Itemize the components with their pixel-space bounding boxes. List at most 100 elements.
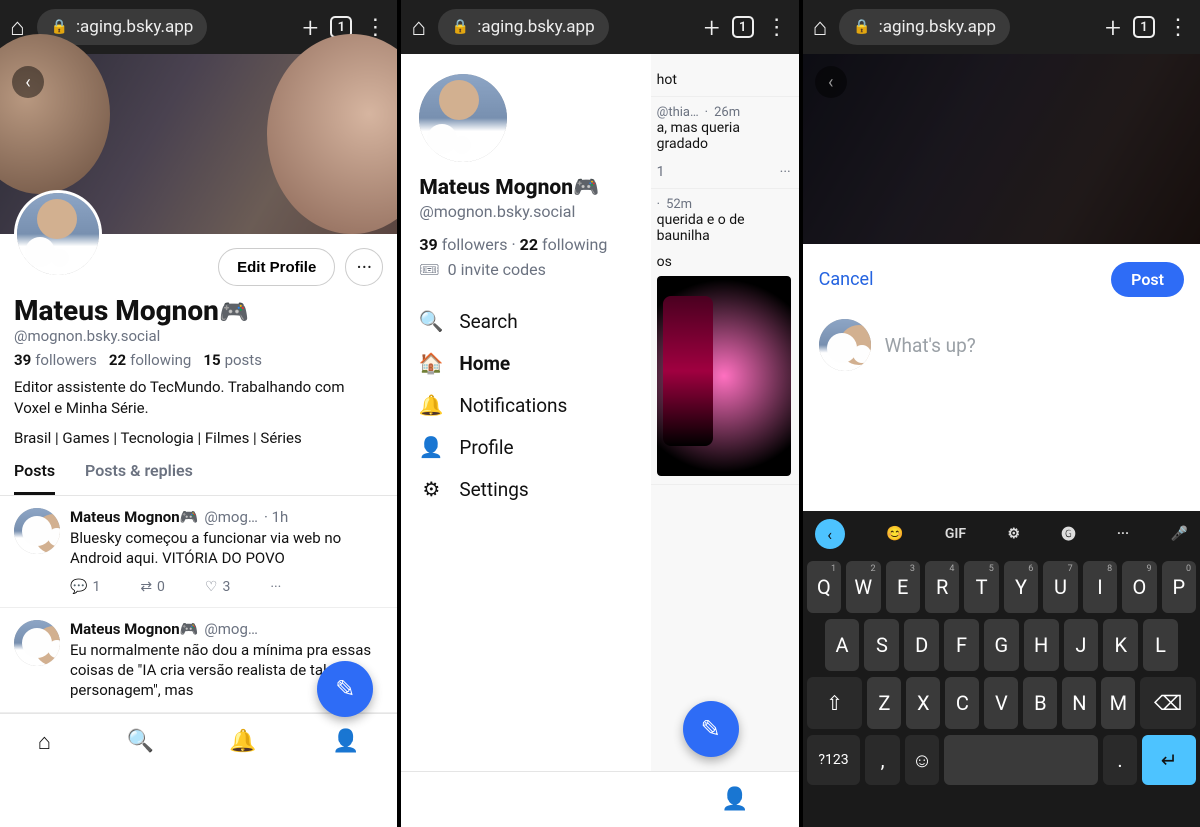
kb-key-r[interactable]: R4 [925, 561, 959, 613]
kb-key-p[interactable]: P0 [1162, 561, 1196, 613]
new-tab-icon[interactable]: + [303, 11, 319, 44]
compose-fab[interactable]: ✎ [317, 661, 373, 717]
cancel-button[interactable]: Cancel [819, 269, 874, 290]
browser-home-icon[interactable]: ⌂ [411, 13, 426, 42]
nav-profile-icon[interactable]: 👤 [721, 787, 748, 812]
edit-profile-button[interactable]: Edit Profile [218, 248, 335, 286]
invite-codes-row[interactable]: 🎟 0 invite codes [419, 260, 633, 279]
stat-followers[interactable]: 39followers [14, 351, 97, 369]
kb-key-w[interactable]: W2 [846, 561, 880, 613]
menu-settings[interactable]: ⚙ Settings [419, 477, 633, 501]
kb-space-key[interactable] [944, 735, 1097, 785]
kb-mic-icon[interactable]: 🎤 [1170, 526, 1187, 542]
post-item[interactable]: Mateus Mognon🎮 @mog… · 1h Bluesky começo… [0, 496, 397, 608]
kb-key-t[interactable]: T5 [964, 561, 998, 613]
kb-collapse-icon[interactable]: ‹ [815, 519, 845, 549]
kb-emoji-key[interactable]: ☺ [905, 735, 940, 785]
kb-key-z[interactable]: Z [867, 677, 901, 729]
menu-notifications[interactable]: 🔔 Notifications [419, 393, 633, 417]
kb-key-o[interactable]: O9 [1122, 561, 1156, 613]
kb-key-h[interactable]: H [1024, 619, 1059, 671]
kb-translate-icon[interactable]: 🅖 [1061, 524, 1075, 544]
kb-shift-key[interactable]: ⇧ [807, 677, 863, 729]
kb-key-i[interactable]: I8 [1083, 561, 1117, 613]
kb-key-d[interactable]: D [904, 619, 939, 671]
post-avatar[interactable] [14, 620, 60, 666]
kb-key-y[interactable]: Y6 [1004, 561, 1038, 613]
kb-key-n[interactable]: N [1062, 677, 1096, 729]
kb-key-e[interactable]: E3 [886, 561, 920, 613]
browser-home-icon[interactable]: ⌂ [813, 13, 828, 42]
url-text: :aging.bsky.app [76, 17, 193, 37]
menu-search[interactable]: 🔍 Search [419, 309, 633, 333]
kb-key-x[interactable]: X [906, 677, 940, 729]
kb-backspace-key[interactable]: ⌫ [1140, 677, 1196, 729]
kb-comma-key[interactable]: , [865, 735, 900, 785]
tab-posts-replies[interactable]: Posts & replies [85, 461, 193, 495]
drawer-avatar[interactable] [419, 74, 507, 162]
menu-home[interactable]: 🏠 Home [419, 351, 633, 375]
post-handle: @mog… [204, 620, 258, 638]
post-more-icon: ··· [780, 164, 791, 180]
kb-key-s[interactable]: S [864, 619, 899, 671]
post-button[interactable]: Post [1111, 262, 1184, 297]
kb-key-f[interactable]: F [944, 619, 979, 671]
profile-display-name: Mateus Mognon🎮 [14, 294, 249, 327]
profile-avatar[interactable] [14, 190, 102, 278]
kb-key-l[interactable]: L [1143, 619, 1178, 671]
kb-numbers-key[interactable]: ?123 [807, 735, 861, 785]
kb-row-2: ASDFGHJKL [807, 619, 1196, 671]
kb-key-c[interactable]: C [945, 677, 979, 729]
kb-key-q[interactable]: Q1 [807, 561, 841, 613]
kb-settings-icon[interactable]: ⚙ [1008, 526, 1021, 542]
browser-menu-icon[interactable]: ⋮ [766, 15, 789, 40]
tab-posts[interactable]: Posts [14, 461, 55, 495]
stat-posts[interactable]: 15posts [203, 351, 262, 369]
profile-tags: Brasil | Games | Tecnologia | Filmes | S… [0, 419, 397, 447]
profile-more-button[interactable]: ··· [345, 248, 383, 286]
tab-count[interactable]: 1 [1133, 16, 1155, 38]
kb-enter-key[interactable]: ↵ [1142, 735, 1196, 785]
reply-button[interactable]: 💬 1 [70, 579, 100, 595]
back-button[interactable]: ‹ [12, 66, 44, 98]
kb-key-a[interactable]: A [825, 619, 860, 671]
profile-stats: 39followers 22following 15posts [0, 345, 397, 369]
kb-key-j[interactable]: J [1064, 619, 1099, 671]
nav-notifications-icon[interactable]: 🔔 [229, 729, 256, 754]
like-button[interactable]: ♡ 3 [205, 579, 230, 595]
kb-key-m[interactable]: M [1101, 677, 1135, 729]
menu-profile[interactable]: 👤 Profile [419, 435, 633, 459]
kb-row-1: Q1W2E3R4T5Y6U7I8O9P0 [807, 561, 1196, 613]
kb-key-u[interactable]: U7 [1043, 561, 1077, 613]
url-pill[interactable]: 🔒 :aging.bsky.app [839, 9, 1010, 45]
url-pill[interactable]: 🔒 :aging.bsky.app [438, 9, 609, 45]
kb-key-k[interactable]: K [1103, 619, 1138, 671]
post-more-icon[interactable]: ··· [270, 579, 281, 595]
profile-tabs: Posts Posts & replies [0, 447, 397, 496]
soft-keyboard[interactable]: ‹ 😊 GIF ⚙ 🅖 ··· 🎤 Q1W2E3R4T5Y6U7I8O9P0 A… [803, 511, 1200, 827]
repost-button[interactable]: ⇄ 0 [140, 579, 165, 595]
feed-tab-hot: hot [649, 64, 799, 97]
nav-profile-icon[interactable]: 👤 [332, 729, 359, 754]
stat-following[interactable]: 22following [109, 351, 191, 369]
compose-input[interactable]: What's up? [885, 334, 976, 357]
post-author: Mateus Mognon🎮 [70, 508, 198, 526]
kb-sticker-icon[interactable]: 😊 [886, 526, 903, 542]
new-tab-icon[interactable]: + [1105, 11, 1121, 44]
back-button: ‹ [815, 66, 847, 98]
lock-icon: 🔒 [452, 19, 469, 35]
kb-period-key[interactable]: . [1103, 735, 1138, 785]
nav-home-icon[interactable]: ⌂ [38, 729, 51, 755]
browser-menu-icon[interactable]: ⋮ [1167, 15, 1190, 40]
kb-more-icon[interactable]: ··· [1117, 526, 1129, 542]
tab-count[interactable]: 1 [732, 16, 754, 38]
post-avatar[interactable] [14, 508, 60, 554]
compose-fab[interactable]: ✎ [683, 701, 739, 757]
kb-key-b[interactable]: B [1023, 677, 1057, 729]
kb-key-v[interactable]: V [984, 677, 1018, 729]
nav-search-icon[interactable]: 🔍 [126, 729, 153, 754]
kb-key-g[interactable]: G [984, 619, 1019, 671]
new-tab-icon[interactable]: + [704, 11, 720, 44]
kb-gif-icon[interactable]: GIF [945, 526, 966, 542]
bottom-nav: 👤 [401, 771, 798, 827]
